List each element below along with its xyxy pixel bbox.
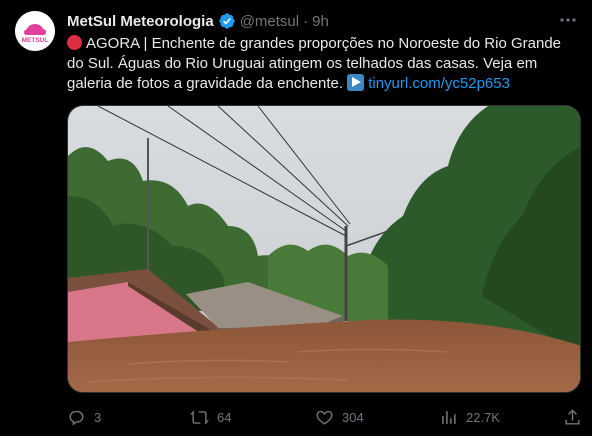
views-count: 22.7K (466, 409, 500, 425)
reply-button[interactable]: 3 (67, 404, 101, 430)
tweet-text: AGORA | Enchente de grandes proporções n… (67, 34, 577, 94)
tweet-header: MetSul Meteorologia @metsul · 9h (67, 11, 329, 31)
play-button-emoji-icon (347, 74, 365, 91)
retweet-icon (190, 410, 209, 424)
tweet-text-line-2: do Sul. Águas do Rio Uruguai atingem os … (67, 55, 538, 72)
views-chart-icon (442, 410, 456, 424)
tweet-text-line-3: galeria de fotos a gravidade da enchente… (67, 75, 344, 92)
tweet-text-line-1: AGORA | Enchente de grandes proporções n… (86, 35, 562, 52)
retweet-count: 64 (217, 409, 232, 425)
avatar-logo-text: METSUL (22, 37, 49, 44)
tweet[interactable]: METSUL MetSul Meteorologia @metsul · 9h … (0, 0, 592, 436)
tweet-actions: 3 64 304 22.7K (67, 404, 582, 430)
separator-dot: · (303, 12, 309, 30)
timestamp[interactable]: 9h (312, 13, 329, 30)
author-name[interactable]: MetSul Meteorologia (67, 13, 214, 30)
like-button[interactable]: 304 (315, 404, 364, 430)
tweet-link[interactable]: tinyurl.com/yc52p653 (368, 75, 510, 92)
verified-badge-icon (218, 12, 236, 30)
reply-icon (69, 410, 84, 426)
reply-count: 3 (94, 409, 102, 425)
retweet-button[interactable]: 64 (190, 404, 231, 430)
tweet-photo[interactable] (67, 105, 581, 393)
views-button[interactable]: 22.7K (439, 404, 500, 430)
heart-icon (316, 410, 333, 425)
avatar[interactable]: METSUL (15, 11, 55, 51)
like-count: 304 (342, 409, 364, 425)
author-handle[interactable]: @metsul (240, 13, 299, 30)
share-button[interactable] (563, 404, 590, 430)
more-options-icon[interactable] (558, 10, 578, 30)
red-circle-icon (67, 35, 82, 50)
share-icon (565, 408, 580, 425)
